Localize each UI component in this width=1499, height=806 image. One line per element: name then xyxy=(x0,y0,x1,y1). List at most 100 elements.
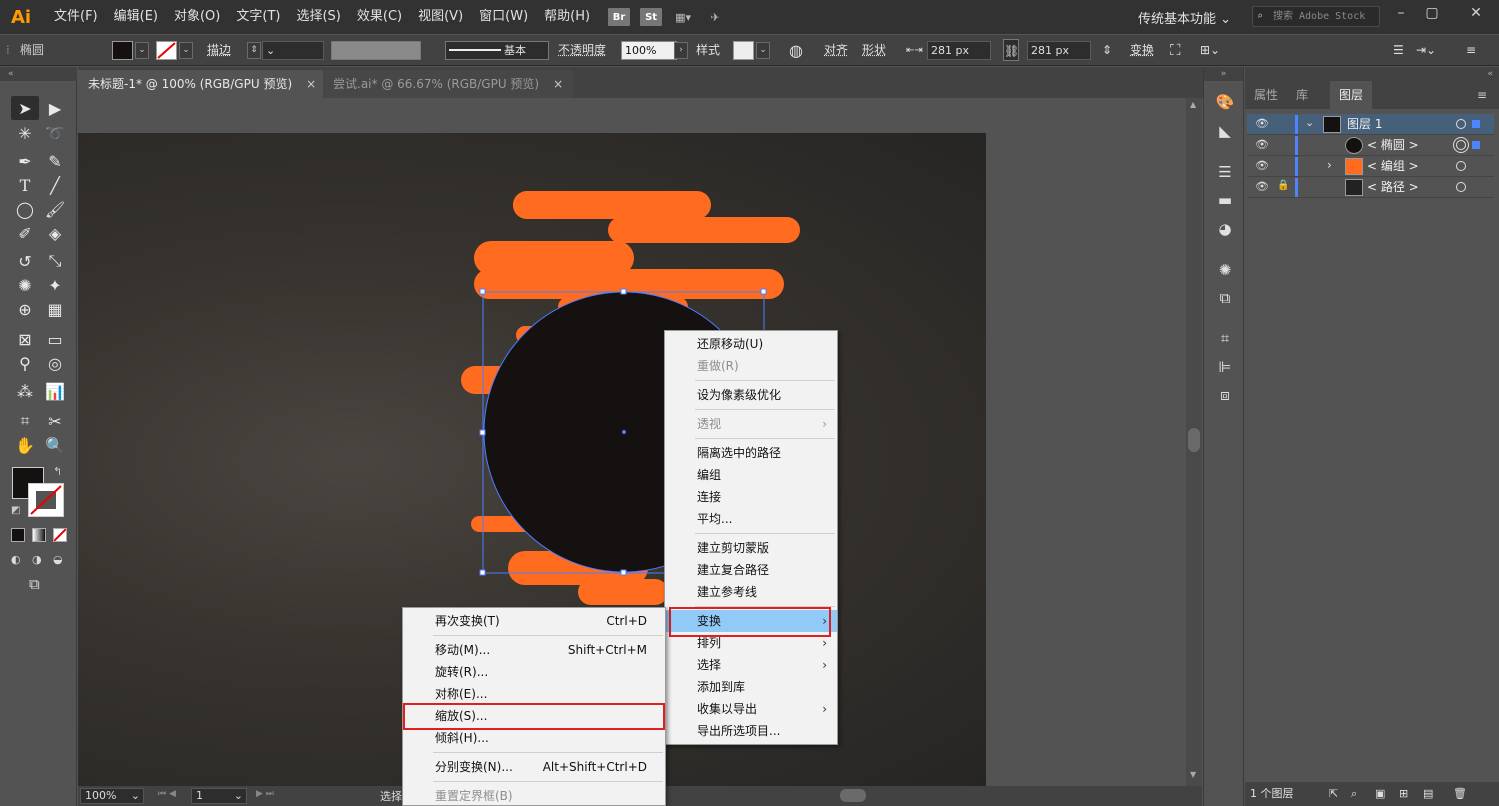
blend-tool-icon[interactable]: ◎ xyxy=(41,351,69,375)
stroke-panel-icon[interactable]: ☰ xyxy=(1214,161,1236,183)
style-dropdown[interactable]: ⌄ xyxy=(756,42,770,59)
bridge-button[interactable]: Br xyxy=(608,8,631,26)
color-guide-icon[interactable]: 🎨 xyxy=(1214,91,1236,113)
line-tool-icon[interactable]: ╱ xyxy=(41,173,69,197)
first-artboard-icon[interactable]: ⏮ ◀ xyxy=(158,789,176,799)
shape-label[interactable]: 形状 xyxy=(862,35,886,66)
recolor-artwork-icon[interactable]: ◍ xyxy=(789,35,803,66)
panel-menu-icon[interactable]: ≡ xyxy=(1466,35,1476,66)
color-mode-icon[interactable] xyxy=(11,528,25,542)
perspective-grid-tool-icon[interactable]: ▦ xyxy=(41,297,69,321)
menu-item-move[interactable]: 移动(M)... Shift+Ctrl+M xyxy=(403,639,665,661)
pathfinder-panel-icon[interactable]: ⧈ xyxy=(1214,384,1236,406)
menu-item-shear[interactable]: 倾斜(H)... xyxy=(403,727,665,749)
appearance-panel-icon[interactable]: ✺ xyxy=(1214,259,1236,281)
width-field[interactable]: 281 px xyxy=(927,41,991,60)
stroke-label[interactable]: 描边 xyxy=(207,35,231,66)
paintbrush-tool-icon[interactable]: 🖌 xyxy=(41,197,69,221)
scroll-down-icon[interactable]: ▼ xyxy=(1190,770,1196,779)
menu-item-add-to-library[interactable]: 添加到库 xyxy=(665,676,837,698)
graph-tool-icon[interactable]: 📊 xyxy=(41,379,69,403)
menu-item-transform-again[interactable]: 再次变换(T) Ctrl+D xyxy=(403,610,665,632)
target-circle-icon[interactable] xyxy=(1456,161,1466,171)
menu-help[interactable]: 帮助(H) xyxy=(536,0,598,34)
type-tool-icon[interactable]: T xyxy=(11,173,39,197)
maximize-button[interactable]: ▢ xyxy=(1418,4,1446,24)
scroll-up-icon[interactable]: ▲ xyxy=(1190,100,1196,109)
layer-name[interactable]: 图层 1 xyxy=(1347,114,1382,135)
align-panel-icon[interactable]: ⊫ xyxy=(1214,356,1236,378)
eyedropper-tool-icon[interactable]: ⚲ xyxy=(11,351,39,375)
shaper-tool-icon[interactable]: ✐ xyxy=(11,221,39,245)
gradient-mode-icon[interactable] xyxy=(32,528,46,542)
menu-item-group[interactable]: 编组 xyxy=(665,464,837,486)
menu-item-rotate[interactable]: 旋转(R)... xyxy=(403,661,665,683)
visibility-eye-icon[interactable]: 👁 xyxy=(1255,180,1269,193)
panel-menu-icon[interactable]: ≡ xyxy=(1477,88,1487,102)
stroke-dropdown[interactable]: ⌄ xyxy=(179,42,193,59)
tab-libraries[interactable]: 库 xyxy=(1287,81,1317,109)
constrain-proportions-icon[interactable]: ⛓ xyxy=(1003,39,1019,61)
transform-options-icon[interactable]: ⊞⌄ xyxy=(1200,35,1220,66)
selection-indicator[interactable] xyxy=(1472,120,1480,128)
layer-row[interactable]: 👁 › < 编组 > xyxy=(1247,156,1494,177)
slice-tool-icon[interactable]: ✂ xyxy=(41,409,69,433)
menu-item-make-guides[interactable]: 建立参考线 xyxy=(665,581,837,603)
transparency-panel-icon[interactable]: ◕ xyxy=(1214,218,1236,240)
delete-layer-icon[interactable]: 🗑 xyxy=(1453,782,1467,806)
dock-collapse-handle[interactable]: » xyxy=(1204,67,1243,81)
stock-button[interactable]: St xyxy=(640,8,663,26)
draw-inside-icon[interactable]: ◒ xyxy=(53,553,69,567)
menu-item-export-selection[interactable]: 导出所选项目... xyxy=(665,720,837,742)
visibility-eye-icon[interactable]: 👁 xyxy=(1255,117,1269,130)
fill-swatch[interactable] xyxy=(112,41,133,60)
stroke-swatch[interactable] xyxy=(156,41,177,60)
menu-view[interactable]: 视图(V) xyxy=(410,0,471,34)
menu-item-transform-each[interactable]: 分别变换(N)... Alt+Shift+Ctrl+D xyxy=(403,756,665,778)
isolate-icon[interactable]: ⛶ xyxy=(1170,35,1181,66)
opacity-label[interactable]: 不透明度 xyxy=(558,35,606,66)
stroke-weight-stepper[interactable]: ⇕ xyxy=(247,42,261,59)
stroke-weight-field[interactable]: ⌄ xyxy=(262,41,324,60)
align-label[interactable]: 对齐 xyxy=(824,35,848,66)
target-circle-icon[interactable] xyxy=(1456,119,1466,129)
layer-row[interactable]: 👁 < 椭圆 > xyxy=(1247,135,1494,156)
gpu-performance-icon[interactable]: ✈ xyxy=(704,8,726,26)
layer-name[interactable]: < 编组 > xyxy=(1367,156,1419,177)
close-tab-icon[interactable]: × xyxy=(306,77,316,91)
lasso-tool-icon[interactable]: ➰ xyxy=(41,121,69,145)
distribute-icon[interactable]: ⇥⌄ xyxy=(1416,35,1436,66)
menu-select[interactable]: 选择(S) xyxy=(288,0,348,34)
vertical-scrollbar[interactable]: ▲ ▼ xyxy=(1186,98,1202,786)
layer-row[interactable]: 👁 ⌄ 图层 1 xyxy=(1247,114,1494,135)
pen-tool-icon[interactable]: ✒ xyxy=(11,149,39,173)
fill-dropdown[interactable]: ⌄ xyxy=(135,42,149,59)
close-button[interactable]: ✕ xyxy=(1462,4,1490,24)
warp-tool-icon[interactable]: ✺ xyxy=(11,273,39,297)
symbol-sprayer-tool-icon[interactable]: ⁂ xyxy=(11,379,39,403)
selection-indicator[interactable] xyxy=(1472,141,1480,149)
visibility-eye-icon[interactable]: 👁 xyxy=(1255,159,1269,172)
height-field[interactable]: 281 px xyxy=(1027,41,1091,60)
menu-window[interactable]: 窗口(W) xyxy=(471,0,536,34)
ellipse-tool-icon[interactable]: ◯ xyxy=(11,197,39,221)
menu-item-undo-move[interactable]: 还原移动(U) xyxy=(665,333,837,355)
target-circle-icon[interactable] xyxy=(1456,182,1466,192)
selection-tool-icon[interactable]: ➤ xyxy=(11,96,39,120)
direct-selection-tool-icon[interactable]: ▶ xyxy=(41,96,69,120)
draw-behind-icon[interactable]: ◑ xyxy=(32,553,48,567)
eraser-tool-icon[interactable]: ◈ xyxy=(41,221,69,245)
transform-panel-icon[interactable]: ⌗ xyxy=(1214,327,1236,349)
opacity-dropdown[interactable]: › xyxy=(674,42,688,59)
brush-definition[interactable]: 基本 xyxy=(445,41,549,60)
menu-item-compound-path[interactable]: 建立复合路径 xyxy=(665,559,837,581)
menu-object[interactable]: 对象(O) xyxy=(166,0,228,34)
new-sublayer-icon[interactable]: ⊞ xyxy=(1399,782,1408,806)
menu-item-collect-export[interactable]: 收集以导出 › xyxy=(665,698,837,720)
last-artboard-icon[interactable]: ▶ ⏭ xyxy=(256,789,274,799)
swatches-icon[interactable]: ◣ xyxy=(1214,120,1236,142)
align-panel-icon[interactable]: ☰ xyxy=(1393,35,1404,66)
opacity-field[interactable]: 100% xyxy=(621,41,677,60)
clipping-mask-icon[interactable]: ▣ xyxy=(1375,782,1385,806)
lock-icon[interactable]: 🔒 xyxy=(1277,180,1289,191)
